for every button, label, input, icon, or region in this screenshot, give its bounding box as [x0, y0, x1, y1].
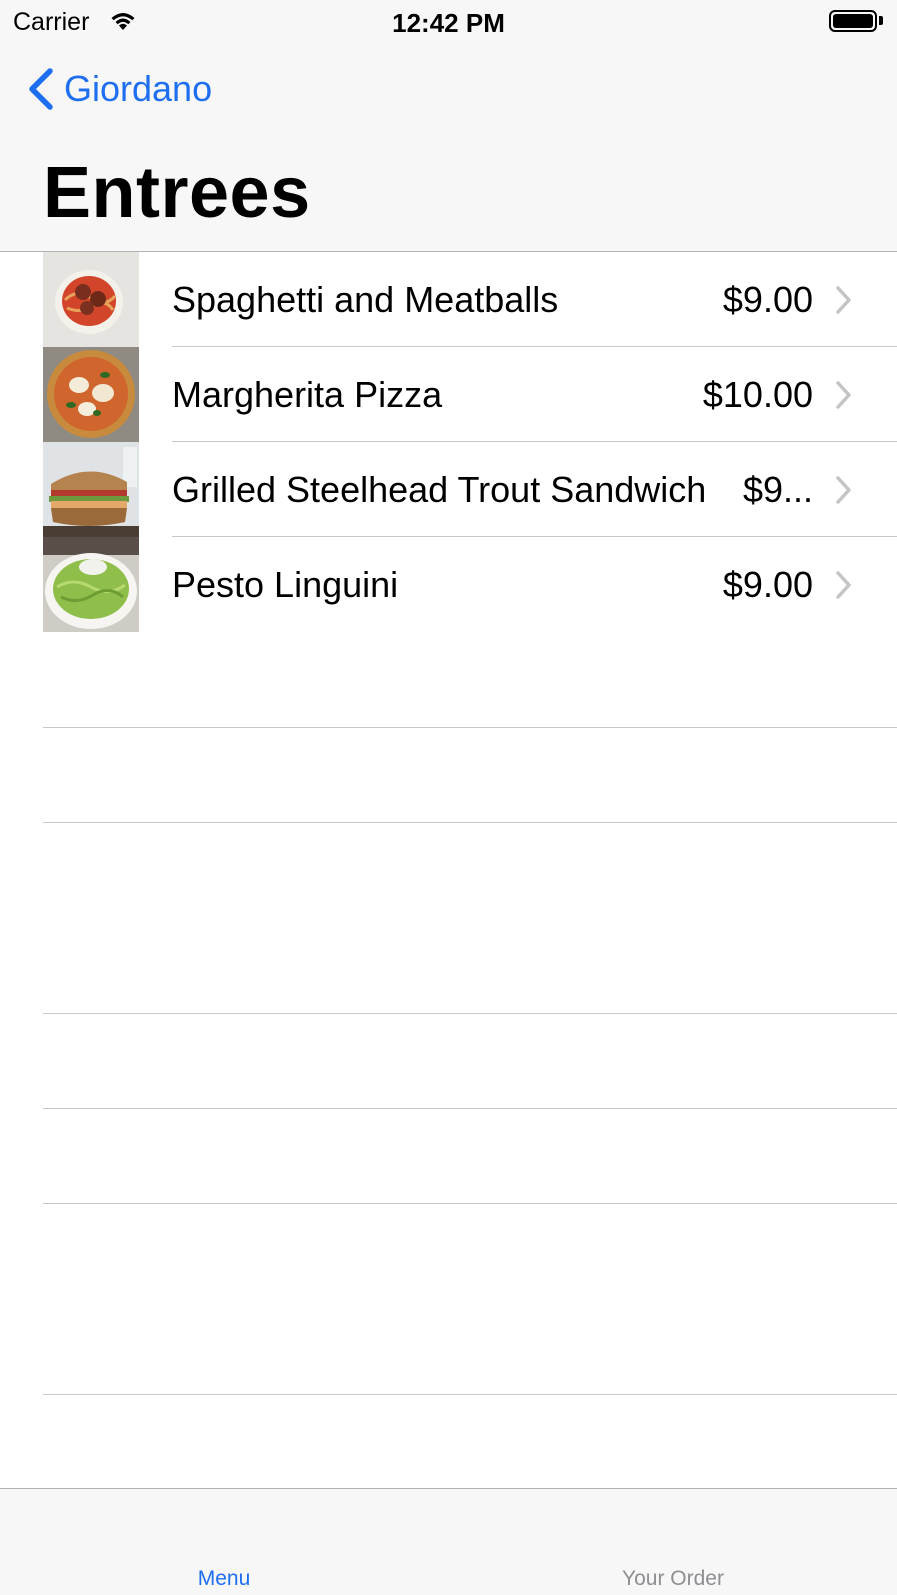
tab-bar: Menu Your Order	[0, 1488, 897, 1595]
menu-table: Spaghetti and Meatballs $9.00 Margherita…	[0, 252, 897, 1488]
status-bar: Carrier 12:42 PM	[0, 0, 897, 44]
tab-menu-label: Menu	[197, 1567, 251, 1590]
page-title: Entrees	[43, 153, 311, 233]
menu-row[interactable]: Spaghetti and Meatballs $9.00	[0, 252, 897, 347]
item-price: $9...	[742, 469, 813, 510]
item-name: Pesto Linguini	[172, 564, 399, 605]
back-button[interactable]: Giordano	[26, 66, 212, 112]
navigation-bar: Giordano Entrees	[0, 44, 897, 252]
menu-row[interactable]: Pesto Linguini $9.00	[0, 537, 897, 632]
back-button-label: Giordano	[64, 68, 213, 109]
chevron-right-icon	[835, 570, 853, 600]
chevron-left-icon	[26, 68, 56, 110]
chevron-right-icon	[835, 285, 853, 315]
chevron-right-icon	[835, 475, 853, 505]
battery-tip	[879, 16, 883, 25]
tab-your-order-label: Your Order	[622, 1567, 724, 1590]
empty-row-separator	[43, 1013, 897, 1014]
empty-row-separator	[43, 1203, 897, 1204]
empty-row-separator	[43, 727, 897, 728]
item-price: $9.00	[722, 564, 813, 605]
empty-row-separator	[43, 822, 897, 823]
item-name: Margherita Pizza	[172, 374, 443, 415]
menu-row[interactable]: Grilled Steelhead Trout Sandwich $9...	[0, 442, 897, 537]
item-name: Spaghetti and Meatballs	[172, 279, 559, 320]
item-price: $9.00	[722, 279, 813, 320]
margherita-pizza-image	[43, 347, 139, 442]
menu-row[interactable]: Margherita Pizza $10.00	[0, 347, 897, 442]
battery-icon	[829, 10, 877, 32]
tab-your-order[interactable]: Your Order	[449, 1489, 897, 1595]
empty-row-separator	[43, 1108, 897, 1109]
item-name: Grilled Steelhead Trout Sandwich	[172, 469, 707, 510]
trout-sandwich-image	[43, 442, 139, 537]
spaghetti-meatballs-image	[43, 252, 139, 347]
chevron-right-icon	[835, 380, 853, 410]
pesto-linguini-image	[43, 537, 139, 632]
status-time: 12:42 PM	[392, 8, 505, 38]
empty-row-separator	[43, 1394, 897, 1395]
tab-menu[interactable]: Menu	[0, 1489, 448, 1595]
item-price: $10.00	[702, 374, 813, 415]
